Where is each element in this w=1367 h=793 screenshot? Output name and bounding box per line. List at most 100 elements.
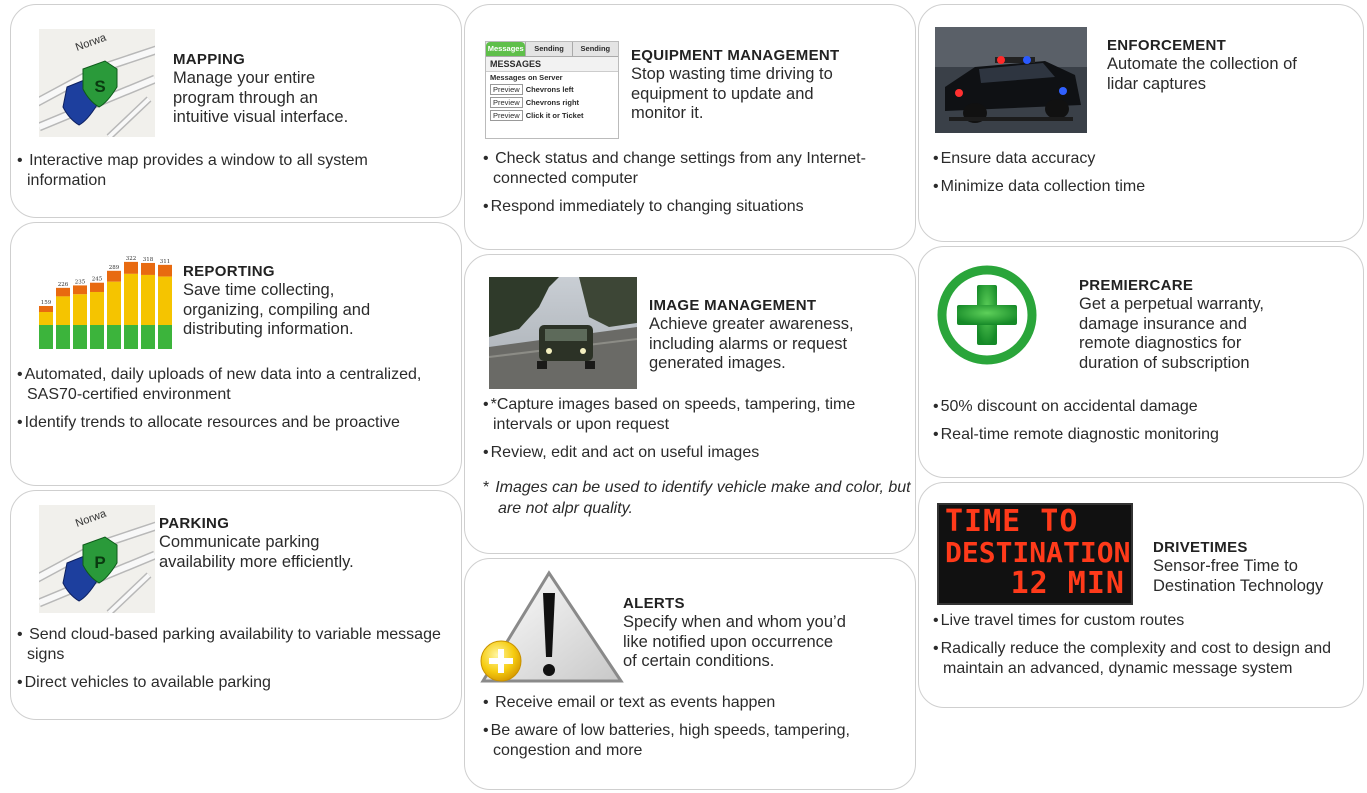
message-row: Chevrons right — [525, 98, 580, 107]
bar-chart-image: 159 226 235 245 289 322 318 311 — [39, 256, 172, 349]
sign-line: DESTINATION — [945, 536, 1131, 569]
card-description-line: monitor it. — [631, 104, 704, 122]
warning-triangle-icon — [480, 570, 624, 683]
bullet-icon: • — [483, 396, 489, 413]
bar-segment-orange — [158, 264, 172, 277]
card-title: IMAGE MANAGEMENT — [649, 297, 817, 314]
bar-value-label: 318 — [143, 257, 154, 263]
card-title: ENFORCEMENT — [1107, 37, 1227, 54]
bar-segment-orange — [90, 282, 104, 292]
bullet-item: • Live travel times for custom routes — [933, 612, 1185, 629]
badge-letter: P — [94, 553, 105, 572]
sign-line: TIME TO — [945, 504, 1079, 539]
card-description-line: Achieve greater awareness, — [649, 315, 854, 333]
bar-value-label: 235 — [75, 279, 86, 285]
bar-segment-yellow — [107, 281, 121, 325]
alert-warning-thumbnail — [473, 569, 625, 687]
message-manager-thumbnail: Messages Sending Sending MESSAGES Messag… — [485, 41, 619, 139]
bar-segment-orange — [107, 270, 121, 282]
premiercare-card: PREMIERCARE Get a perpetual warranty, da… — [918, 246, 1364, 478]
bullet-item: • Send cloud-based parking availability … — [17, 626, 441, 663]
enforcement-card: ENFORCEMENT Automate the collection of l… — [918, 4, 1364, 242]
bullet-icon: • — [483, 150, 489, 167]
parking-map-thumbnail: Norwa P — [39, 505, 155, 613]
bar-segment-orange — [56, 287, 70, 297]
bullet-icon: • — [933, 398, 939, 415]
card-description-line: including alarms or request — [649, 334, 848, 353]
card-description-line: Communicate parking — [159, 533, 320, 551]
bullet-icon: • — [933, 178, 939, 195]
card-description-line: organizing, compiling and — [183, 300, 371, 319]
bullet-icon: • — [17, 152, 23, 169]
bar-segment-green — [107, 325, 121, 349]
reporting-card: 159 226 235 245 289 322 318 311 REPORTING Save … — [10, 222, 462, 486]
bar-segment-green — [124, 325, 138, 349]
card-description-line: Automate the collection of — [1107, 55, 1297, 73]
card-title: PREMIERCARE — [1079, 277, 1194, 294]
police-car-image — [935, 27, 1087, 133]
bullet-icon: • — [17, 626, 23, 643]
bullet-item: • Receive email or text as events happen — [483, 694, 776, 711]
map-image: Norwa P — [39, 505, 155, 613]
bar-segment-green — [39, 325, 53, 349]
bar-segment-yellow — [39, 311, 53, 325]
card-description-line: duration of subscription — [1079, 353, 1250, 372]
card-description-line: intuitive visual interface. — [173, 108, 349, 126]
police-car-thumbnail — [935, 27, 1087, 133]
bullet-item: • Direct vehicles to available parking — [17, 674, 271, 691]
card-title: ALERTS — [623, 595, 685, 612]
bullet-item: • Identify trends to allocate resources a… — [17, 414, 400, 431]
preview-button: Preview — [490, 97, 523, 108]
bar-segment-green — [56, 325, 70, 349]
bar-segment-orange — [124, 261, 138, 274]
tab-sending: Sending — [571, 42, 618, 56]
bar-segment-green — [158, 325, 172, 349]
note-mark: * — [483, 479, 490, 496]
bullet-icon: • — [17, 414, 23, 431]
image-quality-note: * Images can be used to identify vehicle … — [483, 479, 911, 517]
bullet-item: • Be aware of low batteries, high speeds,… — [483, 722, 850, 759]
ui-header: MESSAGES — [486, 57, 618, 72]
bullet-item: • Check status and change settings from … — [483, 150, 866, 187]
card-description-line: Destination Technology — [1153, 576, 1324, 595]
mapping-card: Norwa S MAPPING Manage your entire progr… — [10, 4, 462, 218]
bar-segment-yellow — [90, 291, 104, 325]
bar-segment-orange — [73, 285, 87, 295]
badge-letter: S — [94, 77, 105, 96]
card-description-line: lidar captures — [1107, 74, 1207, 93]
card-description-line: program through an — [173, 88, 318, 107]
card-title: DRIVETIMES — [1153, 539, 1248, 556]
bullet-icon: • — [933, 150, 939, 167]
plus-circle-icon — [937, 265, 1037, 365]
bar-segment-yellow — [124, 273, 138, 325]
bar-segment-orange — [39, 305, 53, 312]
preview-button: Preview — [490, 110, 523, 121]
bullet-item: • Ensure data accuracy — [933, 150, 1096, 167]
bullet-icon: • — [17, 366, 23, 383]
card-description-line: Sensor-free Time to — [1153, 557, 1298, 575]
card-description-line: distributing information. — [183, 320, 354, 338]
bar-value-label: 311 — [160, 259, 171, 265]
message-row: Click it or Ticket — [525, 111, 584, 120]
tab-messages: Messages — [486, 42, 526, 56]
bar-segment-green — [73, 325, 87, 349]
card-description-line: remote diagnostics for — [1079, 334, 1242, 352]
bullet-item: • Review, edit and act on useful images — [483, 444, 760, 461]
message-row: Chevrons left — [525, 85, 574, 94]
card-description-line: Specify when and whom you’d — [623, 613, 846, 631]
sign-line: 12 MIN — [1010, 566, 1125, 601]
card-description-line: damage insurance and — [1079, 314, 1247, 333]
bullet-item: • Automated, daily uploads of new data in… — [17, 366, 422, 403]
bullet-icon: • — [483, 444, 489, 461]
bullet-item: • Radically reduce the complexity and cos… — [933, 640, 1332, 677]
drivetimes-card: TIME TO DESTINATION 12 MIN DRIVETIMES Se… — [918, 482, 1364, 708]
mapping-map-thumbnail: Norwa S — [39, 29, 155, 137]
card-description-line: Manage your entire — [173, 69, 316, 87]
card-title: REPORTING — [183, 263, 275, 280]
card-description-line: like notified upon occurrence — [623, 632, 834, 651]
map-image: Norwa S — [39, 29, 155, 137]
card-description-line: generated images. — [649, 354, 786, 372]
bar-value-label: 322 — [126, 256, 137, 262]
vehicle-photo-thumbnail — [489, 277, 637, 389]
card-description-line: availability more efficiently. — [159, 552, 354, 571]
